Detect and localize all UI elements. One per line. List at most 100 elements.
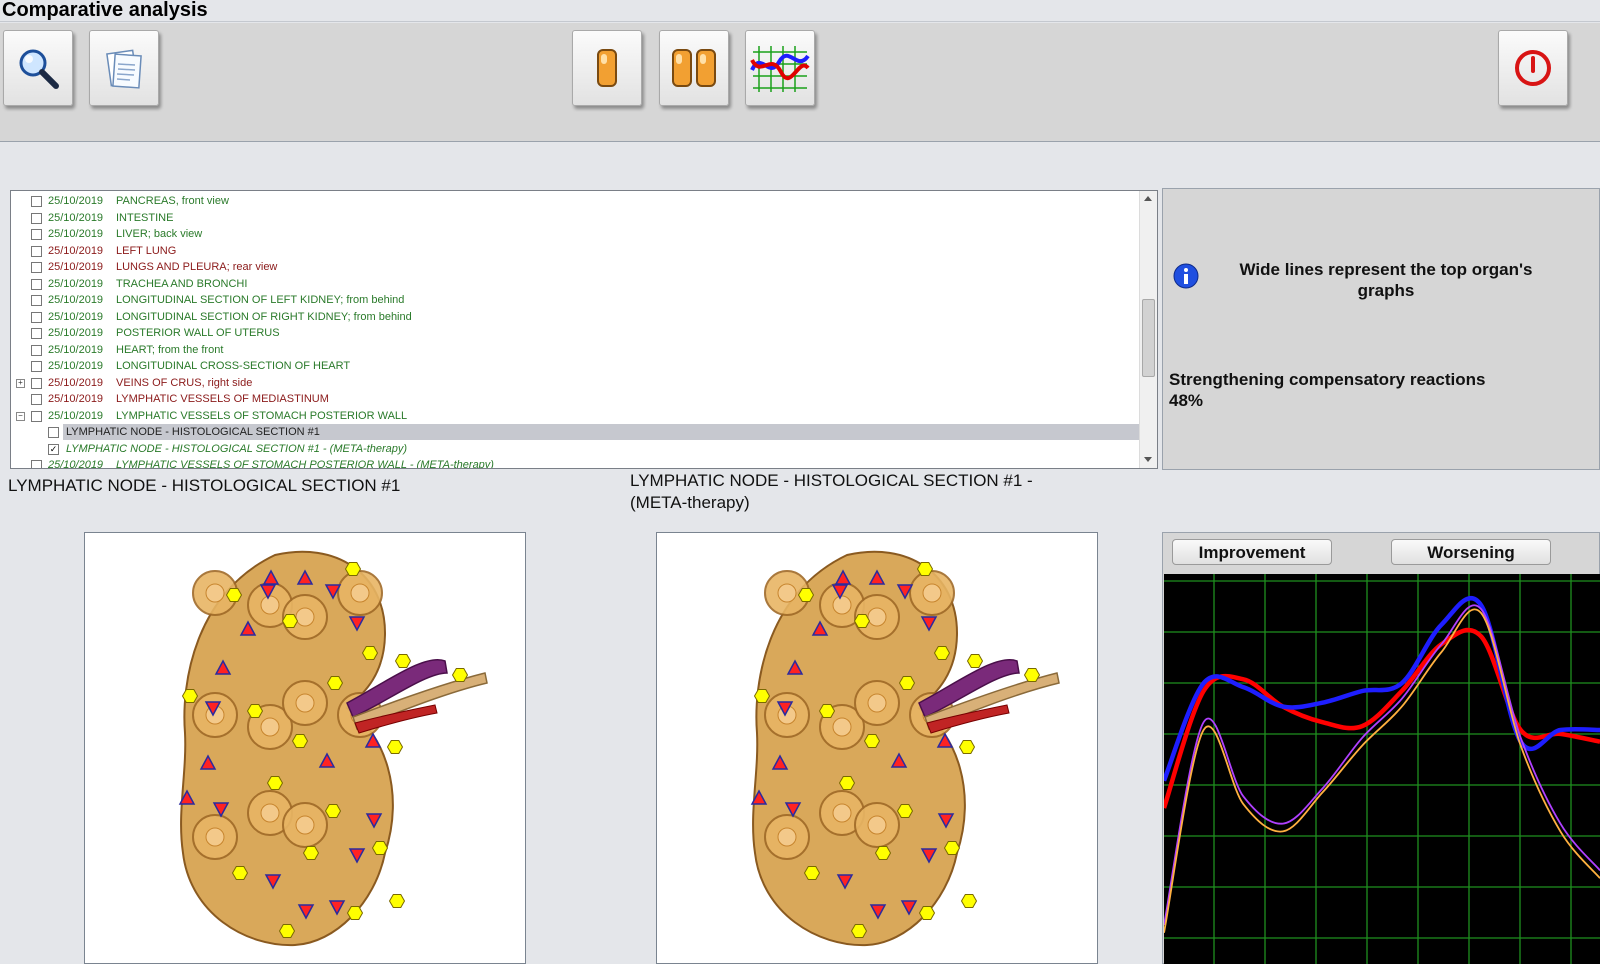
hexagon-marker: [753, 689, 771, 703]
power-button[interactable]: [1498, 30, 1568, 106]
row-checkbox[interactable]: [31, 278, 42, 290]
tree-row[interactable]: 25/10/2019 LONGITUDINAL SECTION OF RIGHT …: [11, 309, 1139, 325]
tree-child-row[interactable]: ✓ LYMPHATIC NODE - HISTOLOGICAL SECTION #…: [11, 441, 1139, 457]
hexagon-marker: [853, 614, 871, 628]
session-tree[interactable]: 25/10/2019 PANCREAS, front view 25/10/2019…: [10, 190, 1158, 469]
row-label: LONGITUDINAL SECTION OF LEFT KIDNEY; fro…: [116, 294, 405, 306]
row-checkbox[interactable]: [31, 361, 42, 372]
tree-row[interactable]: − 25/10/2019 LYMPHATIC VESSELS OF STOMACH …: [11, 408, 1139, 424]
tree-row[interactable]: 25/10/2019 LYMPHATIC VESSELS OF STOMACH P…: [11, 457, 1139, 469]
row-checkbox[interactable]: [31, 377, 42, 389]
hexagon-marker: [863, 734, 881, 748]
row-label: LONGITUDINAL SECTION OF RIGHT KIDNEY; fr…: [116, 310, 412, 323]
tree-row[interactable]: 25/10/2019 LUNGS AND PLEURA; rear view: [11, 259, 1139, 275]
tree-row[interactable]: +25/10/2019 VEINS OF CRUS, right side: [11, 375, 1139, 391]
follicle-center: [260, 803, 280, 823]
status-value: 48%: [1169, 391, 1204, 410]
follicle-center: [295, 815, 315, 835]
row-label: LYMPHATIC VESSELS OF STOMACH POSTERIOR W…: [116, 409, 408, 422]
scroll-up-arrow[interactable]: [1144, 196, 1152, 201]
tree-row[interactable]: 25/10/2019 LONGITUDINAL SECTION OF LEFT K…: [11, 292, 1139, 308]
row-date: 25/10/2019: [48, 310, 104, 323]
row-label: LEFT LUNG: [116, 244, 177, 257]
follicle-center: [350, 583, 370, 603]
follicle-center: [777, 583, 797, 603]
expand-icon[interactable]: +: [16, 378, 25, 388]
follicle-center: [205, 583, 225, 603]
single-capsule-icon: [597, 49, 617, 87]
row-date: 25/10/2019: [48, 327, 104, 339]
follicle-center: [260, 595, 280, 615]
tree-row[interactable]: 25/10/2019 POSTERIOR WALL OF UTERUS: [11, 325, 1139, 341]
row-checkbox[interactable]: [31, 262, 42, 273]
left-organ-image: [84, 532, 526, 964]
row-date: 25/10/2019: [48, 294, 104, 306]
row-checkbox[interactable]: [48, 427, 59, 438]
hexagon-marker: [898, 676, 916, 690]
row-checkbox[interactable]: [31, 394, 42, 405]
row-date: 25/10/2019: [48, 211, 104, 224]
notes-button[interactable]: [89, 30, 159, 106]
row-checkbox[interactable]: [31, 196, 42, 207]
row-checkbox[interactable]: ✓: [48, 443, 59, 455]
row-label: PANCREAS, front view: [116, 195, 229, 207]
tree-row[interactable]: 25/10/2019 PANCREAS, front view: [11, 193, 1139, 209]
tree-row[interactable]: 25/10/2019 LIVER; back view: [11, 226, 1139, 242]
tree-row[interactable]: 25/10/2019 INTESTINE: [11, 210, 1139, 226]
row-date: 25/10/2019: [48, 277, 104, 290]
hexagon-marker: [361, 646, 379, 660]
notes-icon: [106, 49, 142, 89]
tree-row[interactable]: 25/10/2019 LONGITUDINAL CROSS-SECTION OF …: [11, 358, 1139, 374]
follicle-center: [867, 607, 887, 627]
scroll-down-arrow[interactable]: [1144, 457, 1152, 462]
tree-child-row[interactable]: LYMPHATIC NODE - HISTOLOGICAL SECTION #1: [11, 424, 1139, 440]
double-capsule-icon: [672, 49, 716, 87]
tree-row[interactable]: 25/10/2019 TRACHEA AND BRONCHI: [11, 276, 1139, 292]
graph-icon: [750, 46, 810, 92]
follicle-center: [205, 827, 225, 847]
hexagon-marker: [918, 906, 936, 920]
row-checkbox[interactable]: [31, 410, 42, 422]
hexagon-marker: [916, 562, 934, 576]
row-date: 25/10/2019: [48, 343, 104, 356]
row-checkbox[interactable]: [31, 344, 42, 356]
row-date: 25/10/2019: [48, 393, 104, 405]
hexagon-marker: [326, 676, 344, 690]
row-checkbox[interactable]: [31, 328, 42, 339]
info-icon: [1173, 263, 1199, 289]
improvement-button[interactable]: Improvement: [1172, 539, 1332, 565]
graph-panel: Improvement Worsening: [1162, 532, 1600, 964]
lymph-node-illustration: [750, 550, 1060, 947]
row-date: 25/10/2019: [48, 459, 104, 469]
row-label: LYMPHATIC VESSELS OF MEDIASTINUM: [116, 393, 329, 405]
row-date: 25/10/2019: [48, 360, 104, 372]
hexagon-marker: [943, 841, 961, 855]
hexagon-marker: [246, 704, 264, 718]
row-checkbox[interactable]: [31, 212, 42, 224]
double-view-button[interactable]: [659, 30, 729, 106]
right-organ-image: [656, 532, 1098, 964]
hexagon-marker: [388, 894, 406, 908]
row-date: 25/10/2019: [48, 409, 104, 422]
single-view-button[interactable]: [572, 30, 642, 106]
follicle-center: [832, 717, 852, 737]
hexagon-marker: [324, 804, 342, 818]
tree-row[interactable]: 25/10/2019 LYMPHATIC VESSELS OF MEDIASTIN…: [11, 391, 1139, 407]
row-checkbox[interactable]: [31, 460, 42, 468]
tree-row[interactable]: 25/10/2019 HEART; from the front: [11, 342, 1139, 358]
collapse-icon[interactable]: −: [16, 411, 25, 421]
graph-button[interactable]: [745, 30, 815, 106]
row-checkbox[interactable]: [31, 245, 42, 257]
worsening-button[interactable]: Worsening: [1391, 539, 1551, 565]
scroll-thumb[interactable]: [1142, 299, 1155, 377]
follicle-center: [295, 607, 315, 627]
row-checkbox[interactable]: [31, 229, 42, 240]
row-label: LYMPHATIC VESSELS OF STOMACH POSTERIOR W…: [116, 459, 494, 469]
tree-row[interactable]: 25/10/2019 LEFT LUNG: [11, 243, 1139, 259]
tree-scrollbar[interactable]: [1139, 191, 1157, 468]
row-checkbox[interactable]: [31, 311, 42, 323]
row-label: INTESTINE: [116, 211, 174, 224]
row-label: LYMPHATIC NODE - HISTOLOGICAL SECTION #1: [66, 426, 320, 438]
search-button[interactable]: [3, 30, 73, 106]
row-checkbox[interactable]: [31, 295, 42, 306]
